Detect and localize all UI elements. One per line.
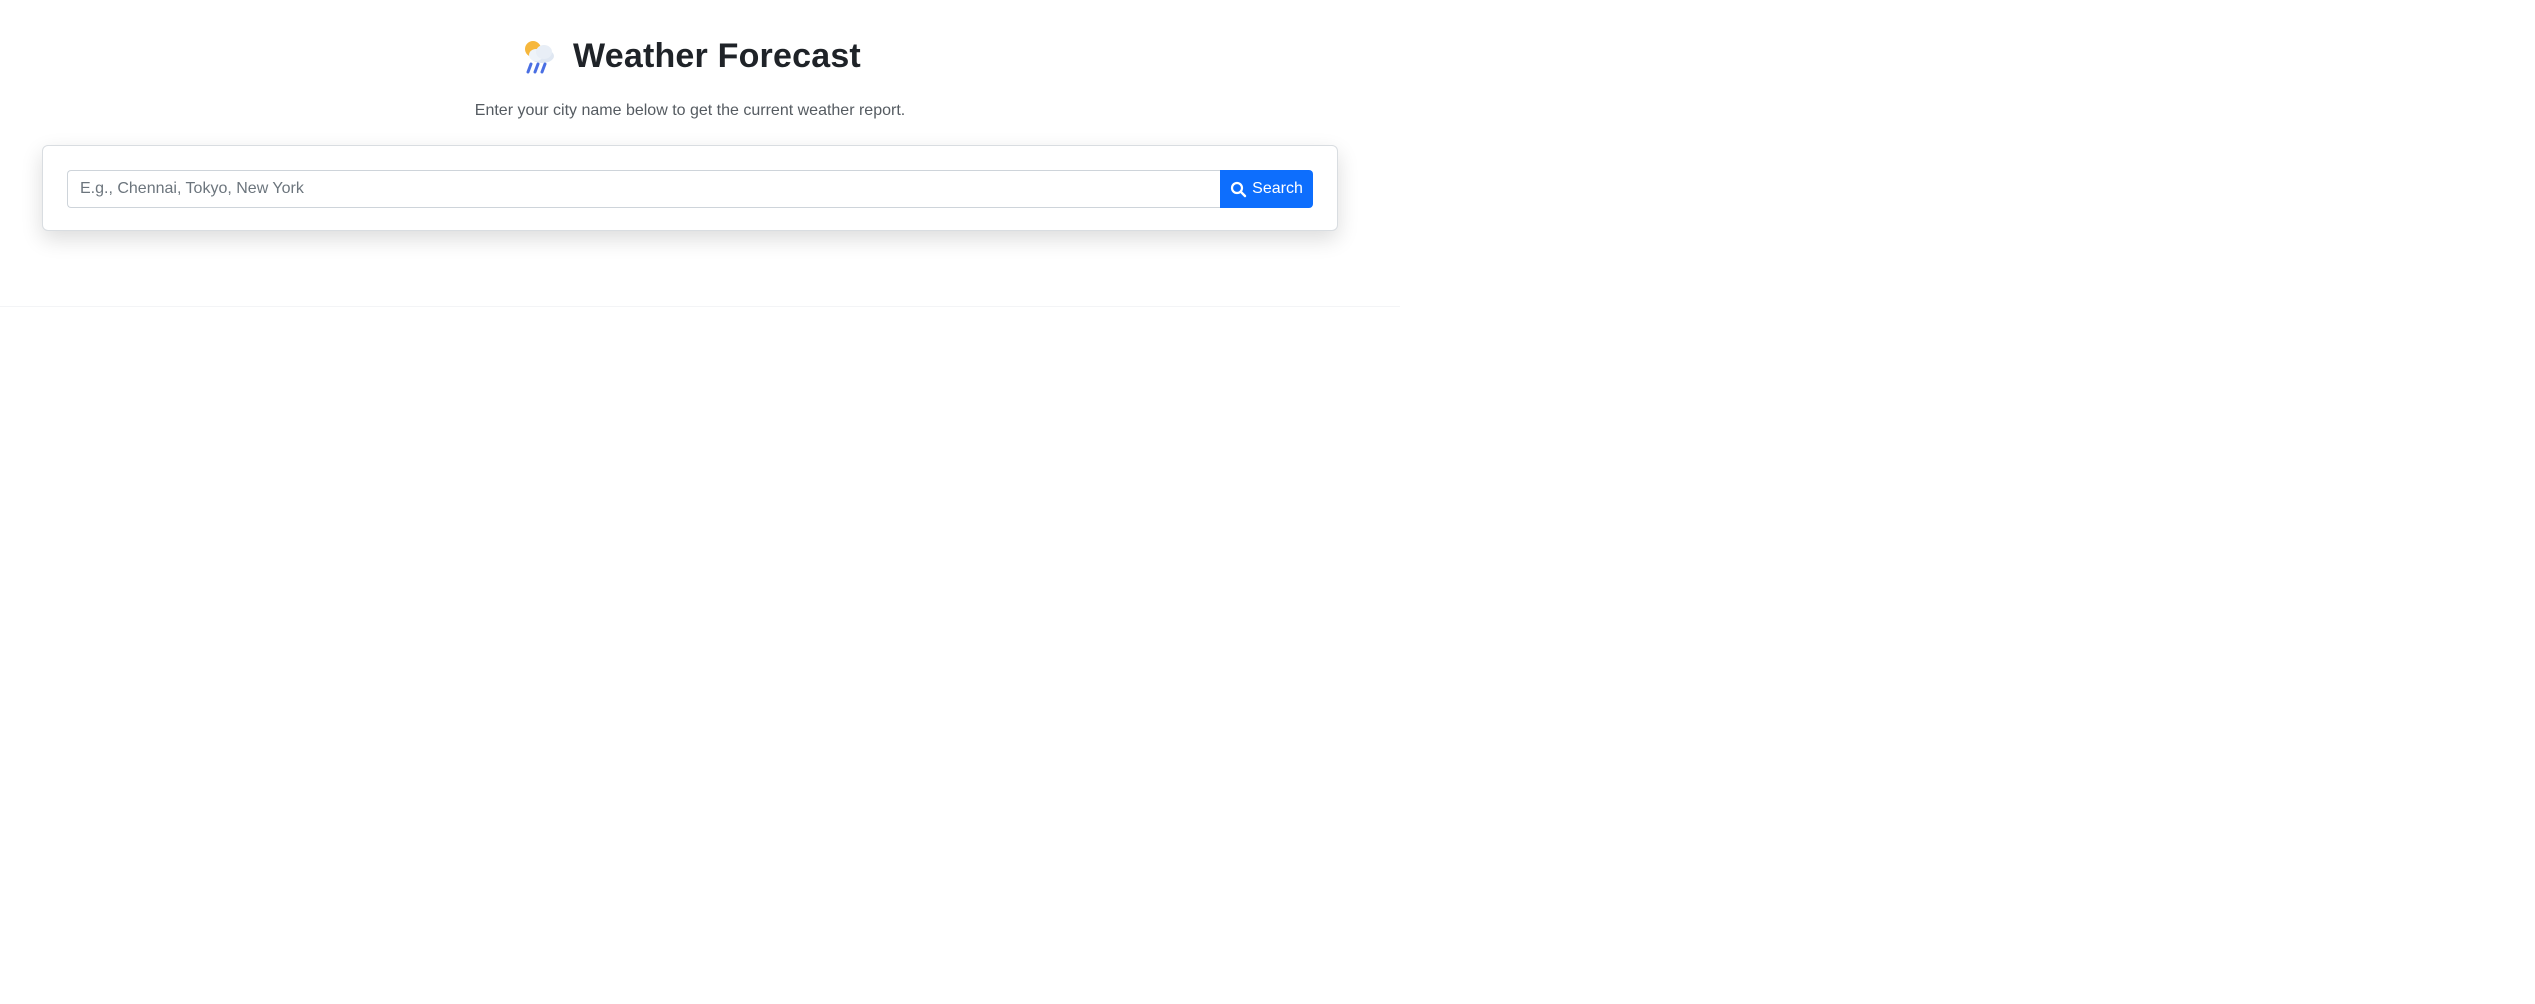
title-row: Weather Forecast — [519, 30, 861, 82]
page-title: Weather Forecast — [573, 36, 861, 75]
search-button[interactable]: Search — [1220, 170, 1313, 208]
page-subtitle: Enter your city name below to get the cu… — [474, 102, 906, 119]
search-input-group: Search — [67, 170, 1313, 208]
sun-behind-rain-cloud-icon — [519, 36, 559, 76]
search-card: Search — [42, 145, 1338, 231]
header: Weather Forecast Enter your city name be… — [0, 30, 1380, 120]
weather-app-container: Weather Forecast Enter your city name be… — [0, 0, 1400, 307]
search-icon — [1230, 181, 1247, 198]
city-search-input[interactable] — [67, 170, 1220, 208]
search-button-label: Search — [1252, 180, 1303, 197]
page: Weather Forecast Enter your city name be… — [0, 0, 2535, 1004]
